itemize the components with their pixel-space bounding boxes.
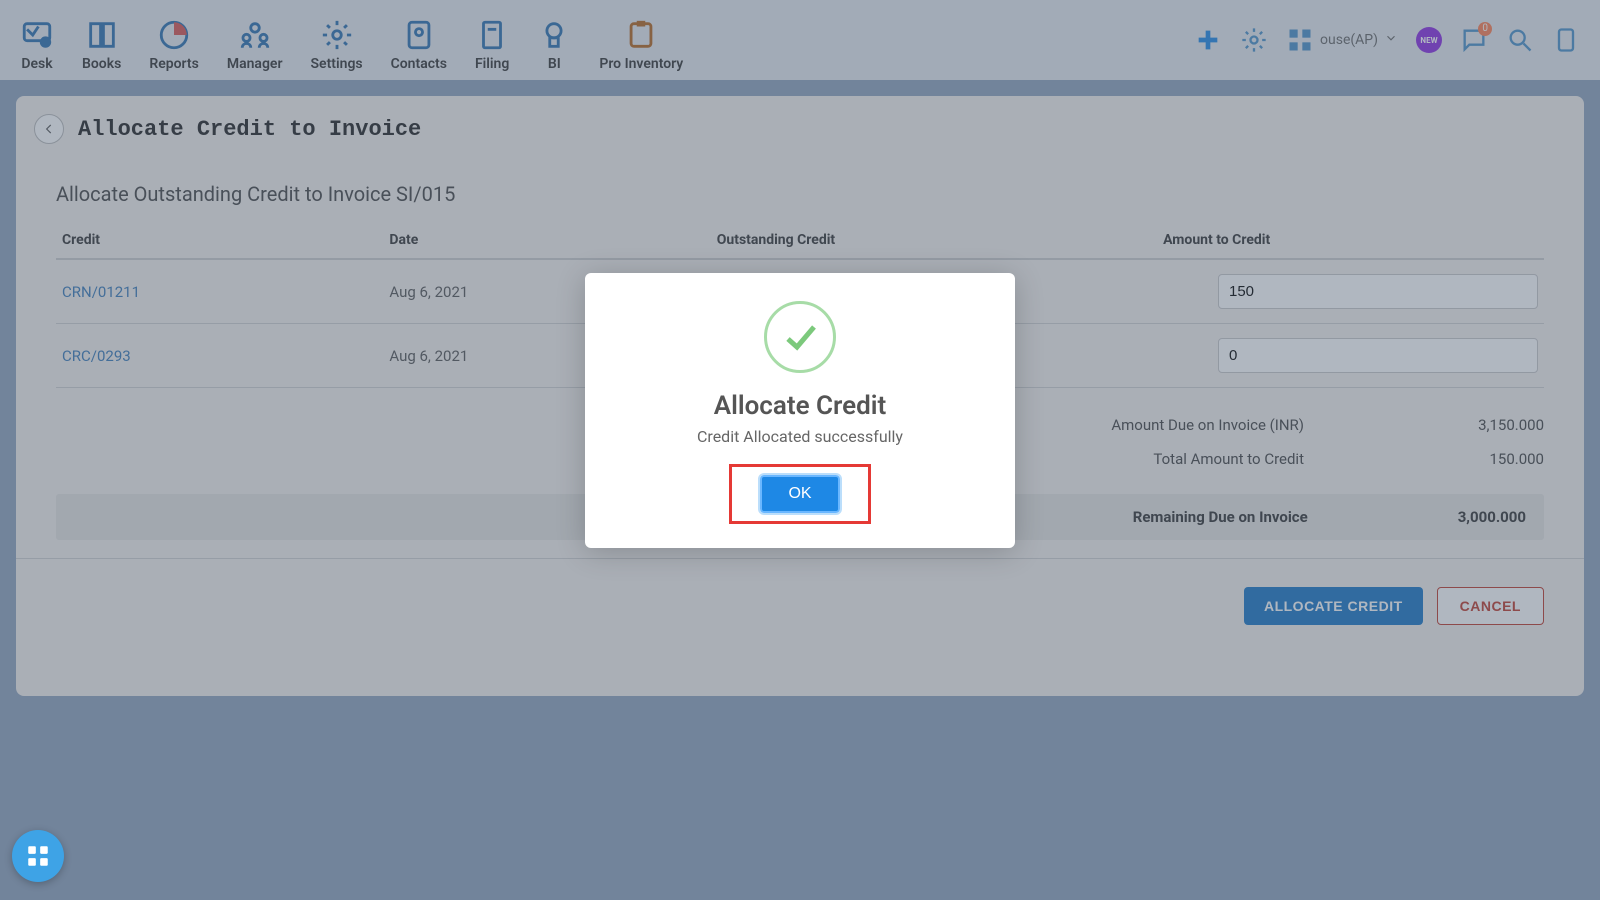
modal-title: Allocate Credit xyxy=(605,391,995,421)
ok-highlight-box: OK xyxy=(729,464,870,524)
apps-fab[interactable] xyxy=(12,830,64,882)
success-modal: Allocate Credit Credit Allocated success… xyxy=(585,273,1015,548)
ok-button[interactable]: OK xyxy=(760,475,839,513)
modal-message: Credit Allocated successfully xyxy=(605,427,995,446)
modal-overlay: Allocate Credit Credit Allocated success… xyxy=(0,0,1600,900)
apps-grid-icon xyxy=(25,843,51,869)
check-circle-icon xyxy=(764,301,836,373)
